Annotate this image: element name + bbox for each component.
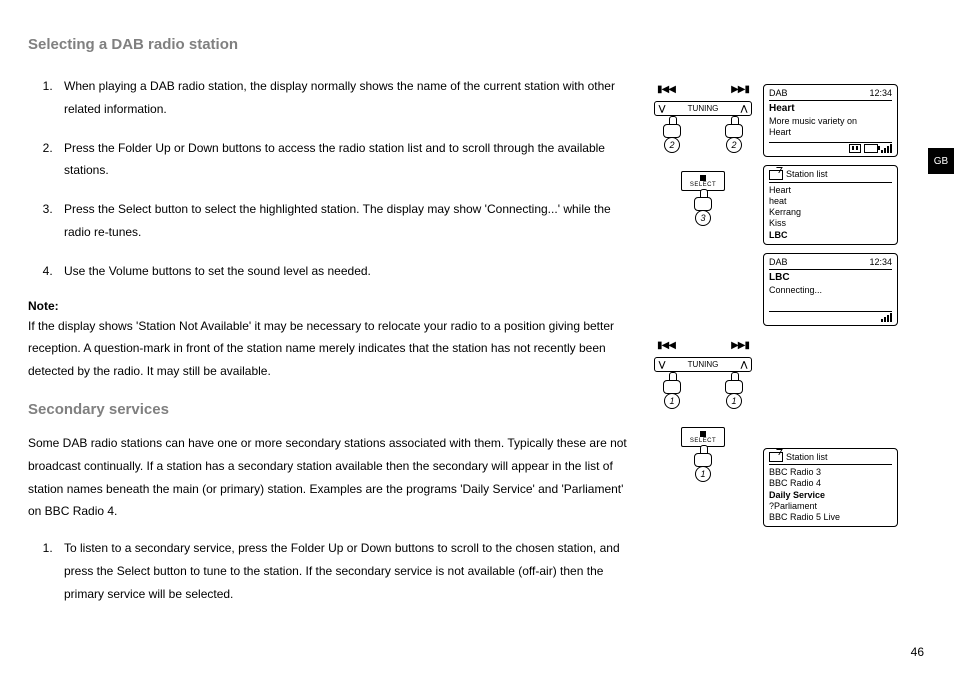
step-item: Use the Volume buttons to set the sound … [56,260,633,283]
station-list-item: heat [769,196,892,207]
stop-square-icon [700,175,706,181]
signal-icon [881,144,892,153]
chevron-up-icon: ⋀ [737,360,751,369]
note-body: If the display shows 'Station Not Availa… [28,315,633,383]
lcd-mode: DAB [769,257,788,268]
station-list-header: Station list [786,169,828,180]
skip-next-icon: ▶▶▮ [731,84,749,95]
lcd-screen-station-list: Station list Heart heat Kerrang Kiss LBC [763,165,898,245]
page-number: 46 [911,645,924,659]
press-hand-icon [694,445,712,469]
lcd-info-line: Heart [769,127,892,138]
station-list-item: BBC Radio 5 Live [769,512,892,523]
station-list-header: Station list [786,452,828,463]
spacer [763,334,898,448]
press-hand-icon [725,372,743,396]
battery-icon [864,144,878,153]
tuning-label: TUNING [669,104,737,113]
skip-icons-row: ▮◀◀ ▶▶▮ [643,84,763,101]
station-list-item: BBC Radio 4 [769,478,892,489]
chevron-up-icon: ⋀ [737,104,751,113]
buttons-subcolumn: ▮◀◀ ▶▶▮ ⋁ TUNING ⋀ 2 [643,84,763,622]
station-list-item: BBC Radio 3 [769,467,892,478]
skip-icons-row: ▮◀◀ ▶▶▮ [643,340,763,357]
tuning-button: ⋁ TUNING ⋀ [654,357,752,372]
secondary-intro: Some DAB radio stations can have one or … [28,432,633,523]
tuning-label: TUNING [669,360,737,369]
lcd-info-line [769,296,892,307]
lcd-mode: DAB [769,88,788,99]
lcd-station-name: LBC [769,272,892,285]
skip-next-icon: ▶▶▮ [731,340,749,351]
lcd-screen-connecting: DAB 12:34 LBC Connecting... [763,253,898,326]
screens-subcolumn: DAB 12:34 Heart More music variety on He… [763,84,898,622]
lcd-screen-station-list: Station list BBC Radio 3 BBC Radio 4 Dai… [763,448,898,528]
steps-list-1: When playing a DAB radio station, the di… [28,75,633,283]
text-column: Selecting a DAB radio station When playi… [28,30,643,622]
skip-prev-icon: ▮◀◀ [657,340,675,351]
step-item: Press the Select button to select the hi… [56,198,633,244]
content-row: Selecting a DAB radio station When playi… [28,30,926,622]
lcd-time: 12:34 [869,88,892,99]
station-list-item: ?Parliament [769,501,892,512]
stop-square-icon [700,431,706,437]
stereo-icon [849,144,861,153]
station-list-item: Heart [769,185,892,196]
lcd-time: 12:34 [869,257,892,268]
figure-column: ▮◀◀ ▶▶▮ ⋁ TUNING ⋀ 2 [643,30,926,622]
tuning-control-figure: ▮◀◀ ▶▶▮ ⋁ TUNING ⋀ 1 [643,340,763,482]
chevron-down-icon: ⋁ [655,360,669,369]
select-control-figure: SELECT 3 [643,153,763,226]
chevron-down-icon: ⋁ [655,104,669,113]
tuning-control-figure: ▮◀◀ ▶▶▮ ⋁ TUNING ⋀ 2 [643,84,763,226]
note-label: Note: [28,299,633,313]
press-hand-icon [663,116,681,140]
radio-icon [769,452,783,462]
station-list-item-selected: LBC [769,230,892,241]
step-item: When playing a DAB radio station, the di… [56,75,633,121]
section-heading-secondary: Secondary services [28,401,633,418]
hands-row: 1 1 [643,374,763,409]
select-button: SELECT [681,427,725,447]
tuning-button: ⋁ TUNING ⋀ [654,101,752,116]
station-list-item: Kiss [769,218,892,229]
station-list-item: Kerrang [769,207,892,218]
skip-prev-icon: ▮◀◀ [657,84,675,95]
select-control-figure: SELECT 1 [643,409,763,482]
language-tab: GB [928,148,954,174]
lcd-info-line: More music variety on [769,116,892,127]
press-hand-icon [725,116,743,140]
press-hand-icon [663,372,681,396]
lcd-info-line: Connecting... [769,285,892,296]
radio-icon [769,170,783,180]
section-heading-dab: Selecting a DAB radio station [28,36,633,53]
manual-page: GB Selecting a DAB radio station When pl… [0,0,954,673]
step-item: To listen to a secondary service, press … [56,537,633,605]
steps-list-2: To listen to a secondary service, press … [28,537,633,605]
hands-row: 2 2 [643,118,763,153]
step-item: Press the Folder Up or Down buttons to a… [56,137,633,183]
lcd-screen-playing: DAB 12:34 Heart More music variety on He… [763,84,898,157]
select-button: SELECT [681,171,725,191]
lcd-station-name: Heart [769,103,892,116]
press-hand-icon [694,189,712,213]
signal-icon [881,313,892,322]
station-list-item-selected: Daily Service [769,490,892,501]
